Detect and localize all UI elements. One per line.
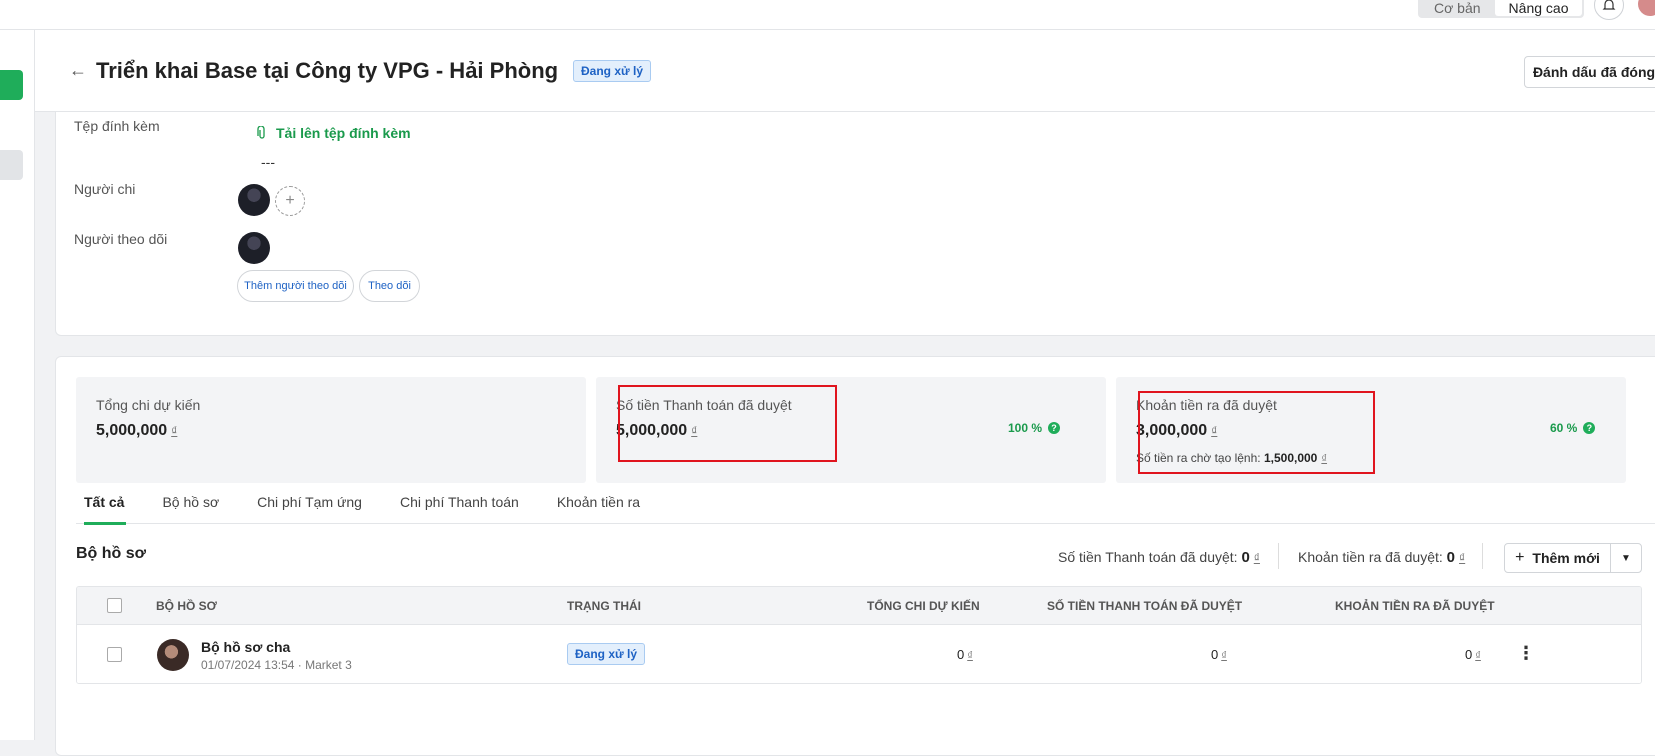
- tab-bar: Tất cả Bộ hồ sơ Chi phí Tạm ứng Chi phí …: [76, 490, 1655, 525]
- upload-attachment-label: Tải lên tệp đính kèm: [276, 125, 411, 141]
- column-status: TRẠNG THÁI: [567, 599, 641, 613]
- total-estimate-cell: 0 ₫: [957, 647, 973, 662]
- follower-avatar[interactable]: [238, 232, 270, 264]
- page-title: Triển khai Base tại Công ty VPG - Hải Ph…: [96, 58, 559, 83]
- approved-payment-cell: 0 ₫: [1211, 647, 1227, 662]
- dossier-avatar: [157, 639, 189, 671]
- highlight-box: [1138, 391, 1375, 474]
- dossier-meta: 01/07/2024 13:54 · Market 3: [201, 658, 352, 672]
- total-estimate-stat: Tổng chi dự kiến 5,000,000 ₫: [76, 377, 586, 483]
- attachments-value: ---: [261, 154, 275, 170]
- payer-avatar[interactable]: [238, 184, 270, 216]
- mode-basic-button[interactable]: Cơ bản: [1420, 0, 1495, 16]
- follow-button[interactable]: Theo dõi: [359, 270, 420, 302]
- column-approved-payment: SỐ TIỀN THANH TOÁN ĐÃ DUYỆT: [1047, 599, 1243, 613]
- details-card: Tệp đính kèm Tải lên tệp đính kèm --- Ng…: [55, 112, 1655, 336]
- back-arrow-icon[interactable]: ←: [69, 60, 87, 81]
- chevron-down-icon[interactable]: ▼: [1611, 553, 1641, 564]
- plus-icon: +: [1515, 549, 1525, 566]
- top-bar: Cơ bản Nâng cao: [0, 0, 1655, 30]
- table-header: BỘ HỒ SƠ TRẠNG THÁI TỔNG CHI DỰ KIẾN SỐ …: [77, 587, 1641, 625]
- total-estimate-value: 5,000,000 ₫: [96, 422, 178, 439]
- tab-outflow[interactable]: Khoản tiền ra: [549, 490, 640, 524]
- mode-toggle: Cơ bản Nâng cao: [1418, 0, 1585, 18]
- sidebar-item[interactable]: [0, 150, 23, 180]
- column-approved-outflow: KHOẢN TIỀN RA ĐÃ DUYỆT: [1335, 599, 1495, 613]
- dossier-name[interactable]: Bộ hồ sơ cha: [201, 639, 290, 655]
- user-avatar[interactable]: [1638, 0, 1655, 16]
- status-badge: Đang xử lý: [567, 643, 646, 665]
- tab-advance-cost[interactable]: Chi phí Tạm ứng: [249, 490, 362, 524]
- approved-outflow-cell: 0 ₫: [1465, 647, 1481, 662]
- add-new-button[interactable]: + Thêm mới ▼: [1504, 543, 1642, 573]
- column-total-estimate: TỔNG CHI DỰ KIẾN: [867, 599, 980, 613]
- add-new-main[interactable]: + Thêm mới: [1505, 544, 1611, 572]
- section-title: Bộ hồ sơ: [76, 545, 147, 562]
- highlight-box: [618, 385, 837, 462]
- table-row[interactable]: Bộ hồ sơ cha 01/07/2024 13:54 · Market 3…: [77, 625, 1641, 683]
- column-dossier: BỘ HỒ SƠ: [156, 599, 217, 613]
- total-estimate-label: Tổng chi dự kiến: [96, 397, 201, 413]
- status-badge: Đang xử lý: [573, 60, 652, 82]
- outflow-summary: Khoản tiền ra đã duyệt: 0 ₫: [1298, 549, 1466, 566]
- tab-payment-cost[interactable]: Chi phí Thanh toán: [392, 490, 519, 524]
- row-more-icon[interactable]: ⋮: [1517, 643, 1535, 664]
- left-sidebar: [0, 30, 35, 740]
- select-all-checkbox[interactable]: [107, 598, 122, 613]
- add-payer-button[interactable]: +: [275, 186, 305, 216]
- paperclip-icon: [257, 126, 265, 139]
- summary-card: Tổng chi dự kiến 5,000,000 ₫ Số tiền Than…: [55, 356, 1655, 756]
- dossier-table: BỘ HỒ SƠ TRẠNG THÁI TỔNG CHI DỰ KIẾN SỐ …: [76, 586, 1642, 684]
- mode-advanced-button[interactable]: Nâng cao: [1494, 0, 1583, 16]
- approved-outflow-percent: 60 % ?: [1550, 421, 1596, 435]
- approved-payment-percent: 100 % ?: [1008, 421, 1061, 435]
- help-icon[interactable]: ?: [1048, 422, 1061, 434]
- sidebar-active-item[interactable]: [0, 70, 23, 100]
- payer-label: Người chi: [74, 181, 136, 197]
- attachments-label: Tệp đính kèm: [74, 118, 160, 134]
- page-header: ← Triển khai Base tại Công ty VPG - Hải …: [35, 30, 1655, 112]
- payment-summary: Số tiền Thanh toán đã duyệt: 0 ₫: [1058, 549, 1260, 566]
- followers-label: Người theo dõi: [74, 231, 168, 247]
- add-follower-button[interactable]: Thêm người theo dõi: [237, 270, 354, 302]
- tab-all[interactable]: Tất cả: [76, 490, 127, 525]
- divider: [1482, 543, 1483, 569]
- divider: [1278, 543, 1279, 569]
- add-new-label: Thêm mới: [1532, 550, 1600, 566]
- help-icon[interactable]: ?: [1583, 422, 1596, 434]
- upload-attachment-link[interactable]: Tải lên tệp đính kèm: [256, 125, 411, 141]
- mark-closed-button[interactable]: Đánh dấu đã đóng: [1524, 56, 1655, 88]
- notification-bell-icon[interactable]: [1594, 0, 1624, 20]
- tab-dossier[interactable]: Bộ hồ sơ: [154, 490, 219, 524]
- row-checkbox[interactable]: [107, 647, 122, 662]
